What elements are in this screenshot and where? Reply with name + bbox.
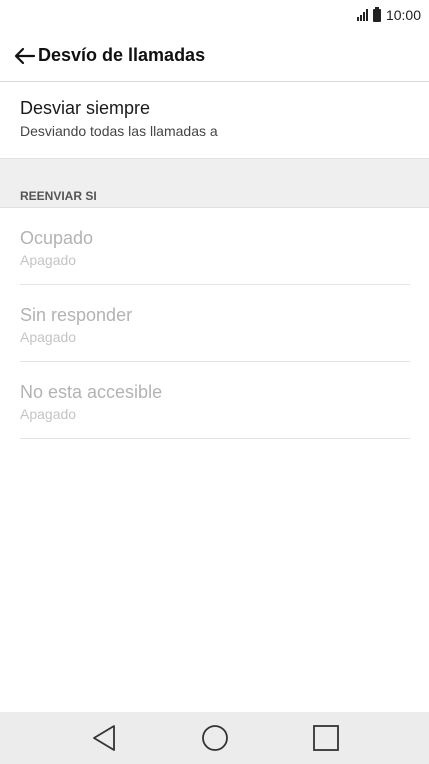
forward-if-busy-title: Ocupado [20, 228, 94, 248]
forward-if-busy-item[interactable]: Ocupado Apagado [20, 208, 410, 285]
forward-if-busy-summary: Apagado [20, 252, 77, 268]
navigation-bar [0, 712, 429, 764]
nav-recents-button[interactable] [270, 712, 381, 764]
always-forward-summary: Desviando todas las llamadas a [20, 123, 218, 139]
home-circle-icon [201, 725, 228, 751]
forward-if-no-answer-summary: Apagado [20, 329, 77, 345]
page-title: Desvío de llamadas [38, 45, 206, 65]
forward-if-unreachable-item[interactable]: No esta accesible Apagado [20, 362, 410, 439]
battery-icon [372, 6, 381, 22]
recents-square-icon [312, 725, 339, 751]
status-time: 10:00 [385, 7, 421, 23]
always-forward-title: Desviar siempre [20, 98, 151, 118]
signal-icon [356, 9, 368, 21]
status-bar: 10:00 [0, 0, 429, 30]
section-header-label: REENVIAR SI [20, 189, 97, 203]
forward-if-no-answer-item[interactable]: Sin responder Apagado [20, 285, 410, 362]
forward-if-no-answer-title: Sin responder [20, 305, 133, 325]
always-forward-item[interactable]: Desviar siempre Desviando todas las llam… [0, 82, 429, 158]
back-triangle-icon [92, 725, 115, 751]
app-bar: Desvío de llamadas [0, 30, 429, 82]
nav-home-button[interactable] [159, 712, 270, 764]
forward-if-unreachable-summary: Apagado [20, 406, 77, 422]
arrow-left-icon [14, 47, 36, 64]
nav-back-button[interactable] [48, 712, 159, 764]
forward-if-list: Ocupado Apagado Sin responder Apagado No… [0, 208, 429, 439]
section-header-forward-if: REENVIAR SI [0, 158, 429, 208]
forward-if-unreachable-title: No esta accesible [20, 382, 163, 402]
